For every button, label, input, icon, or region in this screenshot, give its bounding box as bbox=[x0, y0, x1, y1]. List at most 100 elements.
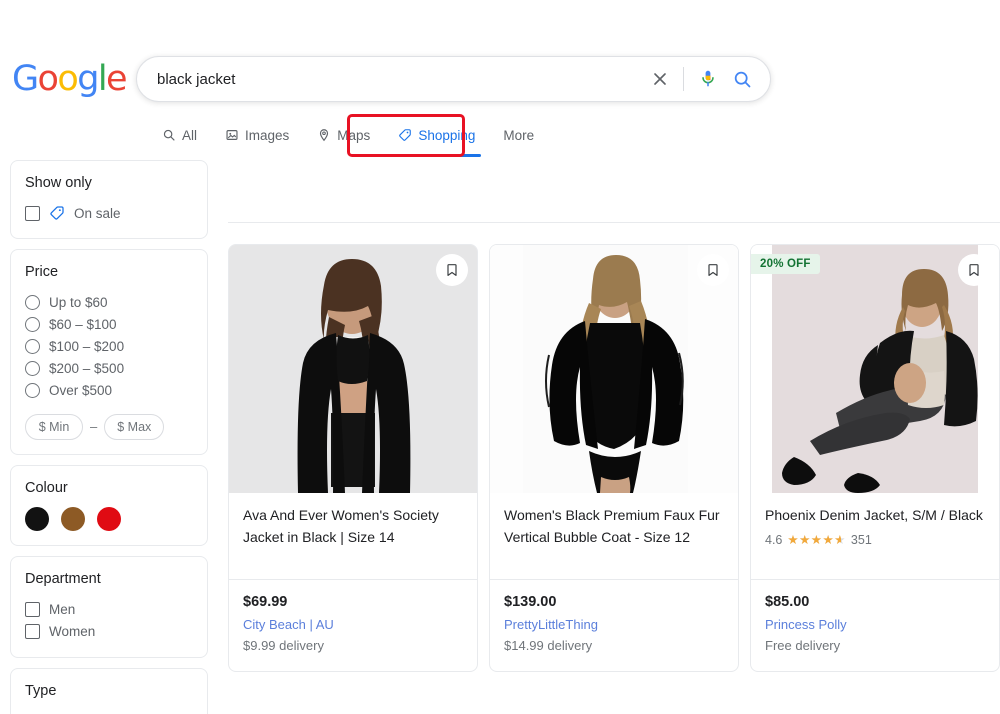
filter-title: Department bbox=[25, 571, 101, 588]
price-min-input[interactable]: $ Min bbox=[25, 413, 83, 440]
search-icon bbox=[162, 128, 176, 142]
logo-letter: e bbox=[105, 59, 128, 99]
tab-label: Maps bbox=[337, 127, 371, 143]
product-title[interactable]: Women's Black Premium Faux Fur Vertical … bbox=[504, 505, 724, 549]
product-offer: $85.00 Princess Polly Free delivery bbox=[751, 579, 999, 671]
star-rating-icon: ★★★★★ ★★★★★ bbox=[787, 532, 846, 547]
tab-label: Shopping bbox=[418, 127, 476, 143]
product-info: Phoenix Denim Jacket, S/M / Black 4.6 ★★… bbox=[751, 493, 999, 579]
filter-option-label: On sale bbox=[74, 205, 121, 221]
filter-option-price-0[interactable]: Up to $60 bbox=[25, 292, 191, 314]
bookmark-icon[interactable] bbox=[958, 254, 990, 286]
filter-title: Show only bbox=[25, 175, 92, 191]
product-price: $69.99 bbox=[243, 594, 288, 611]
product-card[interactable]: Women's Black Premium Faux Fur Vertical … bbox=[489, 244, 739, 672]
radio-button[interactable] bbox=[25, 317, 40, 333]
search-input[interactable] bbox=[137, 70, 643, 88]
filter-option-label: $100 – $200 bbox=[49, 339, 125, 355]
tab-images[interactable]: Images bbox=[211, 122, 303, 148]
tab-maps[interactable]: Maps bbox=[303, 122, 384, 148]
logo-letter: o bbox=[37, 59, 59, 99]
filter-option-on-sale[interactable]: On sale bbox=[25, 202, 191, 224]
checkbox[interactable] bbox=[25, 624, 40, 640]
product-results-grid: Ava And Ever Women's Society Jacket in B… bbox=[228, 244, 1000, 672]
search-nav-tabs: All Images Maps Shopping More bbox=[148, 122, 548, 157]
filter-section-show-only: Show only On sale bbox=[10, 160, 208, 240]
product-image: 20% OFF bbox=[751, 245, 999, 493]
filter-title: Price bbox=[25, 264, 59, 281]
filter-option-label: $200 – $500 bbox=[49, 361, 125, 377]
product-card[interactable]: Ava And Ever Women's Society Jacket in B… bbox=[228, 244, 478, 672]
product-rating: 4.6 ★★★★★ ★★★★★ 351 bbox=[765, 533, 985, 547]
product-price: $139.00 bbox=[504, 594, 557, 611]
product-title[interactable]: Ava And Ever Women's Society Jacket in B… bbox=[243, 505, 463, 549]
colour-swatch-black[interactable] bbox=[25, 507, 49, 532]
price-range-inputs: $ Min – $ Max bbox=[25, 413, 191, 440]
tab-all[interactable]: All bbox=[148, 122, 211, 148]
tab-label: Images bbox=[245, 127, 290, 143]
logo-letter: g bbox=[77, 59, 99, 99]
product-photo-blazer bbox=[229, 245, 477, 493]
filter-option-price-4[interactable]: Over $500 bbox=[25, 380, 191, 402]
close-icon[interactable] bbox=[643, 62, 677, 96]
microphone-icon[interactable] bbox=[694, 62, 722, 96]
range-dash: – bbox=[90, 419, 98, 435]
filter-section-type: Type bbox=[10, 667, 208, 714]
checkbox[interactable] bbox=[25, 602, 40, 618]
product-merchant[interactable]: Princess Polly bbox=[765, 614, 985, 636]
logo-letter: G bbox=[12, 59, 39, 99]
price-max-input[interactable]: $ Max bbox=[104, 413, 165, 440]
discount-badge: 20% OFF bbox=[751, 254, 820, 274]
filter-option-label: Men bbox=[49, 601, 76, 617]
bookmark-icon[interactable] bbox=[697, 254, 729, 286]
filter-option-price-2[interactable]: $100 – $200 bbox=[25, 336, 191, 358]
product-merchant[interactable]: City Beach | AU bbox=[243, 614, 463, 636]
filter-option-label: Over $500 bbox=[49, 383, 113, 399]
divider bbox=[683, 67, 684, 91]
product-info: Women's Black Premium Faux Fur Vertical … bbox=[490, 493, 738, 579]
active-tab-underline bbox=[392, 154, 482, 157]
search-bar[interactable] bbox=[136, 56, 771, 102]
filter-option-label: Up to $60 bbox=[49, 295, 108, 311]
filters-sidebar: Show only On sale Price Up to $60 $60 – … bbox=[10, 160, 208, 714]
filter-title: Colour bbox=[25, 479, 68, 496]
logo-letter: l bbox=[97, 59, 108, 99]
filter-section-department: Department Men Women bbox=[10, 556, 208, 658]
product-price: $85.00 bbox=[765, 594, 810, 611]
location-pin-icon bbox=[317, 128, 331, 142]
product-card[interactable]: 20% OFF Phoenix Denim Jacket, S/M / Blac… bbox=[750, 244, 1000, 672]
product-offer: $69.99 City Beach | AU $9.99 delivery bbox=[229, 579, 477, 671]
product-image bbox=[229, 245, 477, 493]
radio-button[interactable] bbox=[25, 295, 40, 311]
filter-title: Type bbox=[25, 682, 57, 699]
search-submit-icon[interactable] bbox=[722, 62, 762, 96]
filter-option-price-3[interactable]: $200 – $500 bbox=[25, 358, 191, 380]
filter-option-label: $60 – $100 bbox=[49, 317, 117, 333]
bookmark-icon[interactable] bbox=[436, 254, 468, 286]
filter-option-price-1[interactable]: $60 – $100 bbox=[25, 314, 191, 336]
product-shipping: Free delivery bbox=[765, 638, 841, 654]
google-logo[interactable]: Google bbox=[12, 59, 128, 99]
tab-more[interactable]: More bbox=[489, 122, 548, 148]
content-divider bbox=[228, 222, 1000, 223]
rating-value: 4.6 bbox=[765, 532, 783, 547]
checkbox[interactable] bbox=[25, 205, 40, 221]
image-icon bbox=[225, 128, 239, 142]
filter-section-price: Price Up to $60 $60 – $100 $100 – $200 $… bbox=[10, 249, 208, 455]
filter-option-men[interactable]: Men bbox=[25, 599, 191, 621]
radio-button[interactable] bbox=[25, 339, 40, 355]
product-merchant[interactable]: PrettyLittleThing bbox=[504, 614, 724, 636]
colour-swatch-red[interactable] bbox=[97, 507, 121, 532]
colour-swatch-list bbox=[25, 507, 191, 532]
colour-swatch-brown[interactable] bbox=[61, 507, 85, 532]
filter-option-label: Women bbox=[49, 623, 96, 639]
review-count: 351 bbox=[850, 532, 872, 547]
product-image bbox=[490, 245, 738, 493]
filter-option-women[interactable]: Women bbox=[25, 621, 191, 643]
product-title[interactable]: Phoenix Denim Jacket, S/M / Black bbox=[765, 505, 985, 527]
page-header: Google All bbox=[0, 0, 1000, 160]
radio-button[interactable] bbox=[25, 361, 40, 377]
radio-button[interactable] bbox=[25, 383, 40, 399]
tab-label: All bbox=[182, 127, 198, 143]
tab-shopping[interactable]: Shopping bbox=[384, 122, 489, 157]
